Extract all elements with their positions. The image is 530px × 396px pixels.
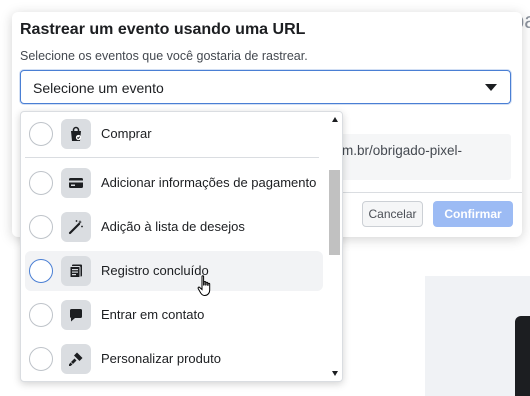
- shopping-bag-icon: [61, 119, 91, 149]
- radio-button[interactable]: [29, 347, 53, 371]
- url-text: m.br/obrigado-pixel-: [342, 143, 463, 158]
- option-label: Adição à lista de desejos: [101, 219, 245, 234]
- chat-bubble-icon: [61, 300, 91, 330]
- option-adicionar-pagamento[interactable]: Adicionar informações de pagamento: [25, 163, 323, 203]
- option-entrar-contato[interactable]: Entrar em contato: [25, 295, 323, 335]
- event-dropdown-list: Comprar Adicionar informações de pagamen…: [20, 111, 343, 382]
- scroll-thumb[interactable]: [329, 170, 340, 255]
- paintbrush-icon: [61, 344, 91, 374]
- option-label: Personalizar produto: [101, 351, 221, 366]
- modal-title: Rastrear um evento usando uma URL: [20, 21, 306, 38]
- cancel-button[interactable]: Cancelar: [362, 201, 423, 227]
- hand-cursor-icon: [197, 275, 211, 296]
- radio-button[interactable]: [29, 303, 53, 327]
- option-label: Adicionar informações de pagamento: [101, 175, 317, 190]
- event-select[interactable]: Selecione um evento: [20, 70, 511, 104]
- credit-card-icon: [61, 168, 91, 198]
- radio-button[interactable]: [29, 215, 53, 239]
- modal-divider: [332, 192, 522, 193]
- radio-button[interactable]: [29, 259, 53, 283]
- dropdown-scrollbar[interactable]: [328, 112, 342, 381]
- radio-button[interactable]: [29, 122, 53, 146]
- register-pages-icon: [61, 256, 91, 286]
- option-registro-concluido[interactable]: Registro concluído: [25, 251, 323, 291]
- background-dark-card: [515, 316, 530, 396]
- option-lista-desejos[interactable]: Adição à lista de desejos: [25, 207, 323, 247]
- scroll-down-arrow-icon[interactable]: [332, 371, 338, 376]
- magic-wand-icon: [61, 212, 91, 242]
- modal-subtitle: Selecione os eventos que você gostaria d…: [20, 49, 308, 63]
- option-comprar[interactable]: Comprar: [25, 114, 323, 154]
- event-select-value: Selecione um evento: [33, 80, 164, 96]
- option-label: Registro concluído: [101, 263, 209, 278]
- confirm-button[interactable]: Confirmar: [433, 201, 513, 227]
- option-label: Comprar: [101, 126, 152, 141]
- option-label: Entrar em contato: [101, 307, 205, 322]
- option-personalizar-produto[interactable]: Personalizar produto: [25, 339, 323, 379]
- dropdown-divider: [25, 157, 319, 158]
- scroll-up-arrow-icon[interactable]: [332, 117, 338, 122]
- radio-button[interactable]: [29, 171, 53, 195]
- caret-down-icon[interactable]: [485, 84, 497, 91]
